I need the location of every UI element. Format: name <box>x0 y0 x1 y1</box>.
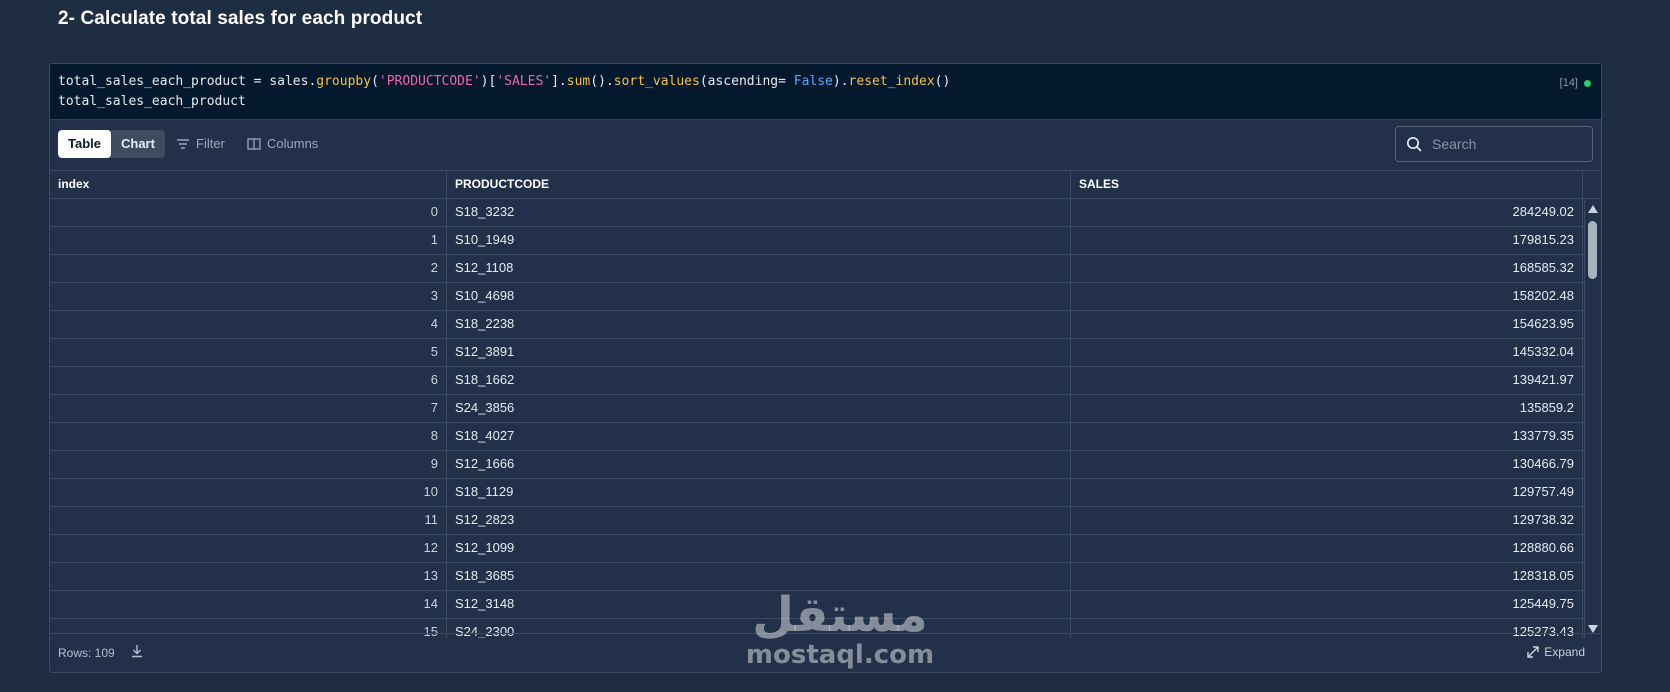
execution-status: [14] <box>1560 73 1591 93</box>
cell-index: 6 <box>50 367 447 394</box>
cell-productcode: S12_1099 <box>447 535 1071 562</box>
data-table: index PRODUCTCODE SALES 0 S18_3232 284249.… <box>50 171 1601 638</box>
table-row[interactable]: 6 S18_1662 139421.97 <box>50 367 1601 395</box>
notebook-cell: total_sales_each_product = sales.groupby… <box>49 63 1602 673</box>
table-row[interactable]: 12 S12_1099 128880.66 <box>50 535 1601 563</box>
table-row[interactable]: 9 S12_1666 130466.79 <box>50 451 1601 479</box>
chart-view-button[interactable]: Chart <box>111 130 165 158</box>
scroll-up-arrow-icon[interactable] <box>1588 205 1598 213</box>
header-index[interactable]: index <box>50 171 447 198</box>
cell-sales: 128880.66 <box>1071 535 1583 562</box>
cell-index: 2 <box>50 255 447 282</box>
cell-index: 14 <box>50 591 447 618</box>
cell-sales: 129757.49 <box>1071 479 1583 506</box>
cell-productcode: S12_3891 <box>447 339 1071 366</box>
search-input[interactable] <box>1430 135 1584 153</box>
output-toolbar: Table Chart Filter Columns <box>50 120 1601 171</box>
success-dot-icon <box>1584 79 1591 87</box>
expand-icon <box>1527 646 1539 658</box>
columns-button[interactable]: Columns <box>247 130 318 158</box>
code-line-2: total_sales_each_product <box>58 94 246 109</box>
cell-sales: 158202.48 <box>1071 283 1583 310</box>
table-view-button[interactable]: Table <box>58 130 111 158</box>
expand-button[interactable]: Expand <box>1527 645 1585 659</box>
search-icon <box>1406 136 1422 152</box>
download-button[interactable] <box>130 644 144 661</box>
scrollbar-thumb[interactable] <box>1588 221 1597 279</box>
table-row[interactable]: 1 S10_1949 179815.23 <box>50 227 1601 255</box>
filter-icon <box>177 139 189 149</box>
cell-productcode: S18_4027 <box>447 423 1071 450</box>
cell-productcode: S18_1129 <box>447 479 1071 506</box>
code-editor[interactable]: total_sales_each_product = sales.groupby… <box>50 64 1601 120</box>
cell-index: 8 <box>50 423 447 450</box>
filter-label: Filter <box>196 136 225 151</box>
cell-productcode: S18_2238 <box>447 311 1071 338</box>
cell-productcode: S18_3232 <box>447 199 1071 226</box>
cell-index: 12 <box>50 535 447 562</box>
cell-productcode: S24_3856 <box>447 395 1071 422</box>
cell-index: 7 <box>50 395 447 422</box>
cell-sales: 135859.2 <box>1071 395 1583 422</box>
cell-sales: 128318.05 <box>1071 563 1583 590</box>
cell-sales: 168585.32 <box>1071 255 1583 282</box>
cell-productcode: S12_1108 <box>447 255 1071 282</box>
columns-label: Columns <box>267 136 319 151</box>
section-heading: 2- Calculate total sales for each produc… <box>58 8 423 29</box>
cell-productcode: S12_1666 <box>447 451 1071 478</box>
filter-button[interactable]: Filter <box>176 130 225 158</box>
cell-sales: 139421.97 <box>1071 367 1583 394</box>
cell-index: 0 <box>50 199 447 226</box>
cell-sales: 284249.02 <box>1071 199 1583 226</box>
cell-index: 1 <box>50 227 447 254</box>
header-sales[interactable]: SALES <box>1071 171 1583 198</box>
table-row[interactable]: 14 S12_3148 125449.75 <box>50 591 1601 619</box>
cell-sales: 129738.32 <box>1071 507 1583 534</box>
search-box[interactable] <box>1395 126 1593 162</box>
cell-index: 3 <box>50 283 447 310</box>
table-row[interactable]: 8 S18_4027 133779.35 <box>50 423 1601 451</box>
download-icon <box>132 645 142 658</box>
cell-index: 5 <box>50 339 447 366</box>
table-row[interactable]: 13 S18_3685 128318.05 <box>50 563 1601 591</box>
table-row[interactable]: 7 S24_3856 135859.2 <box>50 395 1601 423</box>
cell-sales: 133779.35 <box>1071 423 1583 450</box>
cell-index: 4 <box>50 311 447 338</box>
cell-productcode: S12_3148 <box>447 591 1071 618</box>
cell-sales: 154623.95 <box>1071 311 1583 338</box>
expand-label: Expand <box>1544 645 1585 659</box>
table-row[interactable]: 3 S10_4698 158202.48 <box>50 283 1601 311</box>
cell-sales: 145332.04 <box>1071 339 1583 366</box>
row-count: Rows: 109 <box>58 646 115 660</box>
cell-index: 10 <box>50 479 447 506</box>
table-row[interactable]: 5 S12_3891 145332.04 <box>50 339 1601 367</box>
cell-index: 11 <box>50 507 447 534</box>
table-header: index PRODUCTCODE SALES <box>50 171 1601 199</box>
table-row[interactable]: 10 S18_1129 129757.49 <box>50 479 1601 507</box>
cell-index: 13 <box>50 563 447 590</box>
cell-sales: 125449.75 <box>1071 591 1583 618</box>
table-row[interactable]: 4 S18_2238 154623.95 <box>50 311 1601 339</box>
table-row[interactable]: 0 S18_3232 284249.02 <box>50 199 1601 227</box>
table-body: 0 S18_3232 284249.02 1 S10_1949 179815.23 2 S12… <box>50 199 1601 638</box>
cell-productcode: S12_2823 <box>447 507 1071 534</box>
table-row[interactable]: 2 S12_1108 168585.32 <box>50 255 1601 283</box>
cell-productcode: S18_1662 <box>447 367 1071 394</box>
cell-index: 9 <box>50 451 447 478</box>
execution-count: [14] <box>1559 77 1578 89</box>
vertical-scrollbar[interactable] <box>1584 199 1601 638</box>
table-row[interactable]: 11 S12_2823 129738.32 <box>50 507 1601 535</box>
cell-sales: 130466.79 <box>1071 451 1583 478</box>
view-toggle: Table Chart <box>58 130 165 158</box>
header-productcode[interactable]: PRODUCTCODE <box>447 171 1071 198</box>
scroll-down-arrow-icon[interactable] <box>1588 625 1598 633</box>
cell-productcode: S10_4698 <box>447 283 1071 310</box>
cell-productcode: S18_3685 <box>447 563 1071 590</box>
table-footer: Rows: 109 Expand <box>50 633 1601 672</box>
cell-productcode: S10_1949 <box>447 227 1071 254</box>
code-line-1: total_sales_each_product = sales.groupby… <box>58 74 951 89</box>
cell-sales: 179815.23 <box>1071 227 1583 254</box>
columns-icon <box>247 138 261 150</box>
